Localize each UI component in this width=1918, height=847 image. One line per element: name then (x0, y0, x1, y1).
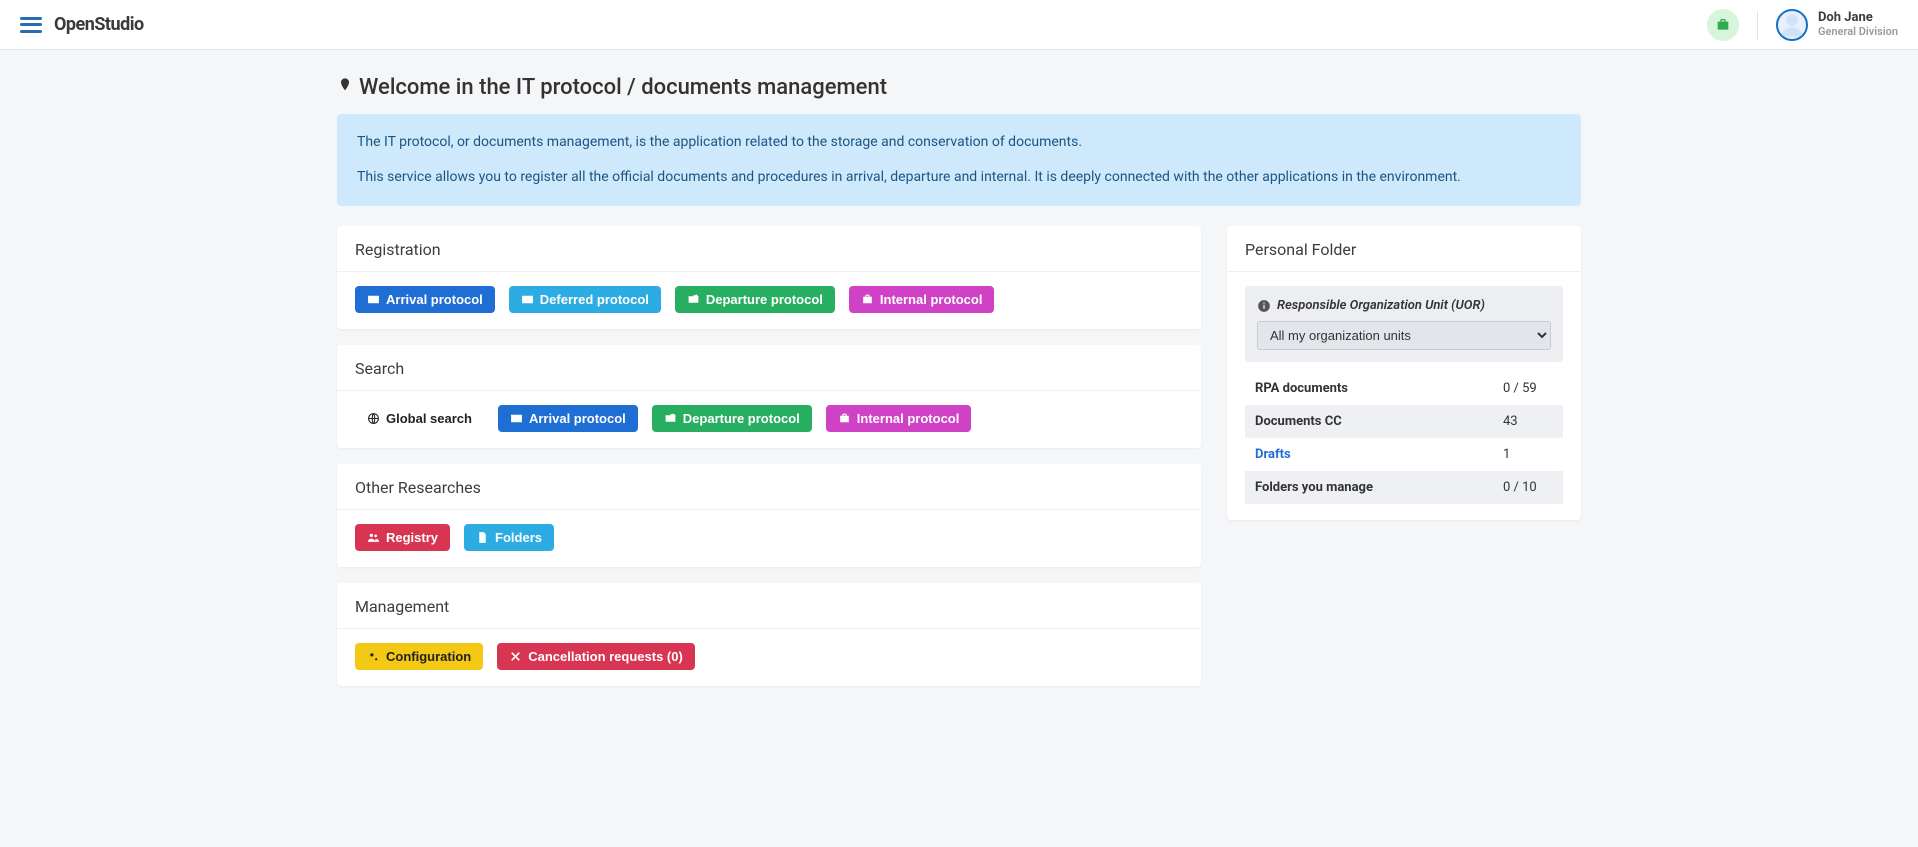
button-label: Internal protocol (880, 293, 983, 306)
divider (1757, 11, 1758, 39)
button-label: Arrival protocol (529, 412, 626, 425)
gears-icon (367, 650, 380, 663)
page-title: Welcome in the IT protocol / documents m… (359, 75, 887, 100)
banner-line-1: The IT protocol, or documents management… (357, 132, 1561, 153)
button-label: Global search (386, 412, 472, 425)
card-header: Search (337, 345, 1201, 391)
row-value: 43 (1493, 405, 1563, 438)
envelope-icon (521, 293, 534, 306)
user-division: General Division (1818, 26, 1898, 39)
brand-logo[interactable]: OpenStudio (54, 14, 144, 35)
global-search-button[interactable]: Global search (355, 405, 484, 432)
table-row[interactable]: Documents CC 43 (1245, 405, 1563, 438)
uor-select[interactable]: All my organization units (1257, 321, 1551, 350)
search-internal-button[interactable]: Internal protocol (826, 405, 972, 432)
search-arrival-button[interactable]: Arrival protocol (498, 405, 638, 432)
user-name: Doh Jane (1818, 11, 1898, 26)
button-label: Internal protocol (857, 412, 960, 425)
close-icon (509, 650, 522, 663)
configuration-button[interactable]: Configuration (355, 643, 483, 670)
button-label: Departure protocol (706, 293, 823, 306)
page-title-row: Welcome in the IT protocol / documents m… (337, 74, 1581, 114)
uor-box: Responsible Organization Unit (UOR) All … (1245, 286, 1563, 362)
users-icon (367, 531, 380, 544)
table-row[interactable]: Folders you manage 0 / 10 (1245, 471, 1563, 504)
row-label: Folders you manage (1245, 471, 1493, 504)
hamburger-menu-icon[interactable] (20, 17, 42, 33)
info-icon (1257, 299, 1271, 313)
drafts-link[interactable]: Drafts (1255, 447, 1291, 462)
registration-deferred-button[interactable]: Deferred protocol (509, 286, 661, 313)
registration-card: Registration Arrival protocol Deferred p… (337, 226, 1201, 329)
user-meta: Doh Jane General Division (1818, 11, 1898, 39)
row-label: RPA documents (1245, 372, 1493, 405)
banner-line-2: This service allows you to register all … (357, 167, 1561, 188)
row-value: 0 / 10 (1493, 471, 1563, 504)
registration-departure-button[interactable]: Departure protocol (675, 286, 835, 313)
user-menu[interactable]: Doh Jane General Division (1776, 9, 1898, 41)
topbar: OpenStudio Doh Jane General Division (0, 0, 1918, 50)
button-label: Cancellation requests (0) (528, 650, 683, 663)
envelope-icon (510, 412, 523, 425)
registration-internal-button[interactable]: Internal protocol (849, 286, 995, 313)
table-row[interactable]: RPA documents 0 / 59 (1245, 372, 1563, 405)
search-card: Search Global search Arrival protocol (337, 345, 1201, 448)
folders-button[interactable]: Folders (464, 524, 554, 551)
button-label: Folders (495, 531, 542, 544)
table-row[interactable]: Drafts 1 (1245, 438, 1563, 471)
envelope-out-icon (687, 293, 700, 306)
briefcase-icon (1715, 17, 1731, 33)
row-label: Documents CC (1245, 405, 1493, 438)
button-label: Deferred protocol (540, 293, 649, 306)
file-icon (476, 531, 489, 544)
card-header: Personal Folder (1227, 226, 1581, 272)
registry-button[interactable]: Registry (355, 524, 450, 551)
search-departure-button[interactable]: Departure protocol (652, 405, 812, 432)
envelope-out-icon (664, 412, 677, 425)
envelope-icon (367, 293, 380, 306)
briefcase-icon (838, 412, 851, 425)
info-banner: The IT protocol, or documents management… (337, 114, 1581, 206)
button-label: Departure protocol (683, 412, 800, 425)
pin-icon (337, 74, 353, 100)
personal-folder-table: RPA documents 0 / 59 Documents CC 43 Dra… (1245, 372, 1563, 504)
globe-icon (367, 412, 380, 425)
briefcase-icon (861, 293, 874, 306)
button-label: Configuration (386, 650, 471, 663)
registration-arrival-button[interactable]: Arrival protocol (355, 286, 495, 313)
cancellation-requests-button[interactable]: Cancellation requests (0) (497, 643, 695, 670)
card-header: Other Researches (337, 464, 1201, 510)
app-switcher-button[interactable] (1707, 9, 1739, 41)
button-label: Arrival protocol (386, 293, 483, 306)
card-header: Registration (337, 226, 1201, 272)
row-value: 1 (1493, 438, 1563, 471)
uor-label: Responsible Organization Unit (UOR) (1257, 298, 1551, 313)
other-researches-card: Other Researches Registry Folders (337, 464, 1201, 567)
card-header: Management (337, 583, 1201, 629)
personal-folder-card: Personal Folder Responsible Organization… (1227, 226, 1581, 520)
avatar (1776, 9, 1808, 41)
avatar-silhouette-icon (1778, 11, 1806, 39)
management-card: Management Configuration Cancellation re… (337, 583, 1201, 686)
button-label: Registry (386, 531, 438, 544)
row-value: 0 / 59 (1493, 372, 1563, 405)
